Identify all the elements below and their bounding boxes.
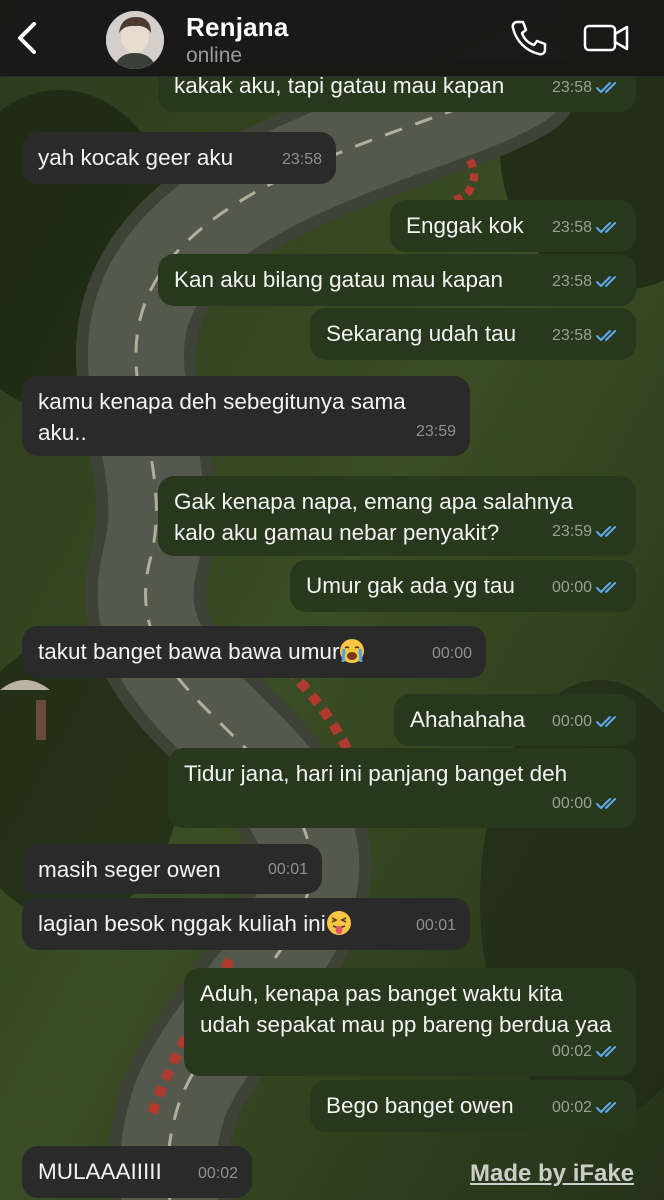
avatar-image: [106, 11, 164, 69]
message-meta: 00:00: [552, 572, 622, 603]
incoming-message[interactable]: kamu kenapa deh sebegitunya sama aku.. 23…: [22, 376, 470, 456]
message-text: kamu kenapa deh sebegitunya sama aku..: [38, 389, 406, 445]
message-meta: 00:01: [268, 854, 308, 885]
watermark: Made by iFake: [470, 1160, 635, 1187]
read-receipt-icon: [596, 715, 616, 727]
message-text: MULAAAIIIII: [38, 1159, 162, 1184]
message-text: Sekarang udah tau: [326, 321, 517, 346]
message-text: Aduh, kenapa pas banget waktu kita udah …: [200, 981, 612, 1037]
message-time: 00:00: [551, 579, 592, 596]
incoming-message[interactable]: lagian besok nggak kuliah ini 00:01: [22, 898, 470, 950]
message-text: Ahahahaha: [410, 707, 526, 732]
outgoing-message[interactable]: Umur gak ada yg tau 00:00: [290, 560, 636, 612]
message-text: Bego banget owen: [326, 1093, 514, 1118]
read-receipt-icon: [596, 1101, 616, 1113]
read-receipt-icon: [596, 81, 616, 93]
message-time: 23:59: [415, 423, 456, 440]
message-meta: 23:58: [282, 144, 322, 175]
message-text: masih seger owen: [38, 857, 221, 882]
message-meta: 00:02: [552, 1092, 622, 1123]
back-chevron-icon: [18, 22, 36, 54]
message-meta: 23:59: [416, 416, 456, 447]
outgoing-message[interactable]: Tidur jana, hari ini panjang banget deh 0…: [168, 748, 636, 828]
message-time: 00:02: [197, 1165, 238, 1182]
message-text: Umur gak ada yg tau: [306, 573, 515, 598]
incoming-message[interactable]: masih seger owen 00:01: [22, 844, 322, 894]
contact-status: online: [186, 44, 243, 67]
squinting-tongue-face-icon: [326, 911, 351, 935]
read-receipt-icon: [596, 221, 616, 233]
message-meta: 23:59: [552, 516, 622, 547]
message-time: 00:00: [431, 645, 472, 662]
message-text: Gak kenapa napa, emang apa salahnya kalo…: [174, 489, 574, 545]
message-time: 00:01: [267, 861, 308, 878]
read-receipt-icon: [596, 525, 616, 537]
message-text: lagian besok nggak kuliah ini: [38, 911, 326, 936]
message-meta: 00:02: [198, 1158, 238, 1189]
message-time: 23:58: [551, 273, 592, 290]
read-receipt-icon: [596, 275, 616, 287]
message-time: 23:59: [551, 523, 592, 540]
contact-avatar[interactable]: [106, 11, 164, 69]
message-text: Tidur jana, hari ini panjang banget deh: [184, 761, 568, 786]
message-time: 00:02: [551, 1043, 592, 1060]
message-time: 23:58: [281, 151, 322, 168]
outgoing-message[interactable]: Bego banget owen 00:02: [310, 1080, 636, 1132]
phone-icon: [511, 20, 547, 56]
message-time: 00:01: [415, 917, 456, 934]
outgoing-message[interactable]: Gak kenapa napa, emang apa salahnya kalo…: [158, 476, 636, 556]
message-text: Kan aku bilang gatau mau kapan: [174, 267, 503, 292]
voice-call-button[interactable]: [508, 18, 548, 58]
outgoing-message[interactable]: Enggak kok 23:58: [390, 200, 636, 252]
back-button[interactable]: [10, 18, 46, 58]
incoming-message[interactable]: yah kocak geer aku 23:58: [22, 132, 336, 184]
message-meta: 00:00: [432, 638, 472, 669]
message-time: 00:00: [551, 713, 592, 730]
outgoing-message[interactable]: Ahahahaha 00:00: [394, 694, 636, 746]
read-receipt-icon: [596, 797, 616, 809]
video-camera-icon: [583, 24, 629, 52]
read-receipt-icon: [596, 1045, 616, 1057]
contact-name[interactable]: Renjana: [186, 12, 289, 43]
message-time: 00:00: [551, 795, 592, 812]
loudly-crying-face-icon: [340, 639, 365, 663]
message-time: 23:58: [551, 327, 592, 344]
incoming-message[interactable]: takut banget bawa bawa umur 00:00: [22, 626, 486, 678]
chat-header: Renjana online: [0, 0, 664, 77]
outgoing-message[interactable]: Kan aku bilang gatau mau kapan 23:58: [158, 254, 636, 306]
incoming-message[interactable]: MULAAAIIIII 00:02: [22, 1146, 252, 1198]
outgoing-message[interactable]: Aduh, kenapa pas banget waktu kita udah …: [184, 968, 636, 1076]
message-time: 00:02: [551, 1099, 592, 1116]
message-meta: 00:02: [552, 1036, 622, 1067]
message-meta: 00:00: [552, 788, 622, 819]
outgoing-message[interactable]: Sekarang udah tau 23:58: [310, 308, 636, 360]
message-text: yah kocak geer aku: [38, 145, 234, 170]
read-receipt-icon: [596, 581, 616, 593]
message-meta: 23:58: [552, 266, 622, 297]
video-call-button[interactable]: [582, 20, 632, 56]
message-time: 23:58: [551, 219, 592, 236]
message-text: takut banget bawa bawa umur: [38, 639, 340, 664]
message-meta: 00:00: [552, 706, 622, 737]
message-meta: 23:58: [552, 212, 622, 243]
read-receipt-icon: [596, 329, 616, 341]
message-meta: 00:01: [416, 910, 456, 941]
message-meta: 23:58: [552, 320, 622, 351]
message-text: Enggak kok: [406, 213, 524, 238]
